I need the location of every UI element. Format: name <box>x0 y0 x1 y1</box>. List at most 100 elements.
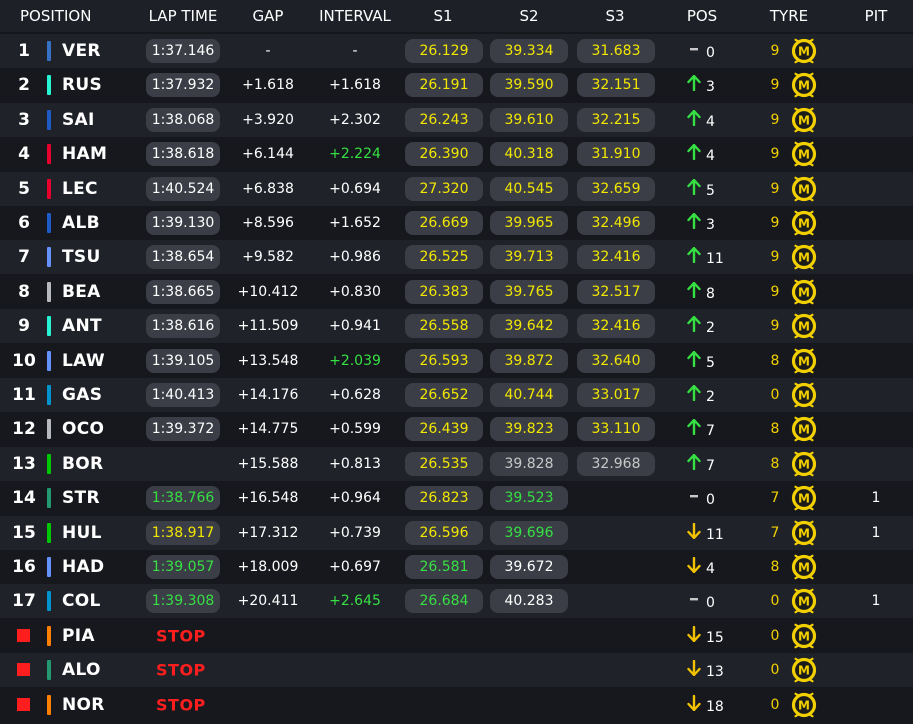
driver-code[interactable]: ALB <box>62 213 100 233</box>
table-row[interactable]: 14 STR 1:38.766 +16.548 +0.964 26.823 39.523 0 7… <box>0 481 913 516</box>
header-tyre[interactable]: TYRE <box>770 7 808 25</box>
table-row[interactable]: 9 ANT 1:38.616 +11.509 +0.941 26.558 39.642 32.… <box>0 309 913 344</box>
header-lap-time[interactable]: LAP TIME <box>149 7 218 25</box>
driver-code[interactable]: TSU <box>62 247 101 267</box>
svg-text:M: M <box>798 148 810 162</box>
driver-code[interactable]: ANT <box>62 316 102 336</box>
tyre-age: 0 <box>770 593 780 610</box>
position-change: 0 <box>686 41 736 61</box>
table-row[interactable]: 1 VER 1:37.146 - - 26.129 39.334 31.683 0 9 M <box>0 34 913 68</box>
header-pos[interactable]: POS <box>687 7 717 25</box>
sector-1-time: 26.669 <box>405 211 483 235</box>
sector-1-time: 26.535 <box>405 451 483 476</box>
position-number: 3 <box>18 109 30 130</box>
lap-time: 1:38.618 <box>146 142 220 167</box>
table-row[interactable]: 5 LEC 1:40.524 +6.838 +0.694 27.320 40.545 32.6… <box>0 171 913 206</box>
lap-time: 1:39.105 <box>146 348 220 373</box>
driver-code[interactable]: VER <box>62 41 101 61</box>
gap-value: - <box>265 43 271 59</box>
position-number: 14 <box>12 488 36 509</box>
sector-1-time: 27.320 <box>405 176 483 201</box>
driver-code[interactable]: GAS <box>62 385 102 405</box>
table-row[interactable]: 11 GAS 1:40.413 +14.176 +0.628 26.652 40.744 33… <box>0 378 913 412</box>
tyre-age: 0 <box>770 696 780 713</box>
sector-1-time: 26.593 <box>405 348 483 373</box>
position-change-value: 5 <box>706 182 715 199</box>
driver-code[interactable]: OCO <box>62 419 104 439</box>
driver-code[interactable]: HUL <box>62 523 102 543</box>
table-row[interactable]: 15 HUL 1:38.917 +17.312 +0.739 26.596 39.696 11… <box>0 515 913 550</box>
table-row[interactable]: 3 SAI 1:38.068 +3.920 +2.302 26.243 39.610 32.2… <box>0 102 913 137</box>
retired-flag-icon <box>17 663 30 677</box>
position-number: 11 <box>12 385 36 405</box>
lap-time: 1:38.665 <box>146 279 220 304</box>
svg-text:M: M <box>798 320 810 334</box>
sector-3-time: 32.416 <box>577 314 655 339</box>
table-row[interactable]: ALO STOP 13 0 M <box>0 653 913 688</box>
table-row[interactable]: 8 BEA 1:38.665 +10.412 +0.830 26.383 39.765 32.… <box>0 274 913 309</box>
position-change: 0 <box>686 488 736 508</box>
interval-value: - <box>352 43 358 59</box>
driver-code[interactable]: LAW <box>62 351 105 371</box>
svg-text:M: M <box>798 698 810 712</box>
driver-code[interactable]: LEC <box>62 179 98 199</box>
table-row[interactable]: 2 RUS 1:37.932 +1.618 +1.618 26.191 39.590 32.1… <box>0 68 913 103</box>
sector-3-time: 33.110 <box>577 417 655 442</box>
team-color-bar <box>47 591 51 612</box>
header-s2[interactable]: S2 <box>519 7 538 25</box>
position-change-value: 3 <box>706 217 715 233</box>
sector-2-time: 39.965 <box>490 211 568 235</box>
table-row[interactable]: 13 BOR +15.588 +0.813 26.535 39.828 32.968 7 8 M <box>0 446 913 481</box>
table-row[interactable]: 16 HAD 1:39.057 +18.009 +0.697 26.581 39.672 4 8… <box>0 550 913 584</box>
header-interval[interactable]: INTERVAL <box>319 7 391 25</box>
tyre-age: 9 <box>770 146 780 163</box>
sector-1-time: 26.383 <box>405 279 483 304</box>
header-s3[interactable]: S3 <box>605 7 624 25</box>
position-number: 17 <box>12 591 36 612</box>
table-row[interactable]: NOR STOP 18 0 M <box>0 687 913 722</box>
up-arrow-icon <box>686 315 702 336</box>
position-number: 16 <box>12 557 36 577</box>
table-row[interactable]: 6 ALB 1:39.130 +8.596 +1.652 26.669 39.965 32.4… <box>0 206 913 240</box>
driver-code[interactable]: HAM <box>62 144 107 164</box>
header-gap[interactable]: GAP <box>253 7 284 25</box>
driver-code[interactable]: PIA <box>62 626 95 646</box>
table-row[interactable]: 4 HAM 1:38.618 +6.144 +2.224 26.390 40.318 31.9… <box>0 137 913 172</box>
down-arrow-icon <box>686 556 702 577</box>
table-row[interactable]: PIA STOP 15 0 M <box>0 618 913 653</box>
driver-code[interactable]: ALO <box>62 660 101 680</box>
gap-value: +13.548 <box>237 352 299 369</box>
driver-code[interactable]: HAD <box>62 557 104 577</box>
table-row[interactable]: 17 COL 1:39.308 +20.411 +2.645 26.684 40.283 0 0… <box>0 584 913 619</box>
header-pit[interactable]: PIT <box>865 7 888 25</box>
header-s1[interactable]: S1 <box>433 7 452 25</box>
table-row[interactable]: 10 LAW 1:39.105 +13.548 +2.039 26.593 39.872 32… <box>0 343 913 378</box>
interval-value: +2.224 <box>329 146 381 163</box>
driver-code[interactable]: BOR <box>62 454 103 474</box>
medium-tyre-icon: M <box>791 692 817 718</box>
up-arrow-icon <box>686 212 702 233</box>
svg-text:M: M <box>798 251 810 265</box>
position-change: 3 <box>686 75 736 95</box>
timing-board: POSITION LAP TIME GAP INTERVAL S1 S2 S3 … <box>0 0 913 724</box>
position-number: 15 <box>12 522 36 543</box>
position-change-value: 0 <box>706 492 715 509</box>
table-row[interactable]: 7 TSU 1:38.654 +9.582 +0.986 26.525 39.713 32.4… <box>0 240 913 275</box>
driver-code[interactable]: STR <box>62 488 100 508</box>
position-number: 10 <box>12 350 36 371</box>
sector-1-time: 26.684 <box>405 589 483 614</box>
driver-code[interactable]: COL <box>62 591 101 611</box>
medium-tyre-icon: M <box>791 382 817 408</box>
driver-code[interactable]: NOR <box>62 695 105 715</box>
gap-value: +14.176 <box>237 387 299 403</box>
svg-text:M: M <box>798 113 810 127</box>
header-position[interactable]: POSITION <box>20 7 91 25</box>
driver-code[interactable]: RUS <box>62 75 102 95</box>
sector-2-time: 39.872 <box>490 348 568 373</box>
interval-value: +0.830 <box>329 283 381 300</box>
sector-1-time: 26.558 <box>405 314 483 339</box>
svg-text:M: M <box>798 182 810 196</box>
driver-code[interactable]: BEA <box>62 282 101 302</box>
driver-code[interactable]: SAI <box>62 110 95 130</box>
table-row[interactable]: 12 OCO 1:39.372 +14.775 +0.599 26.439 39.823 33… <box>0 412 913 447</box>
